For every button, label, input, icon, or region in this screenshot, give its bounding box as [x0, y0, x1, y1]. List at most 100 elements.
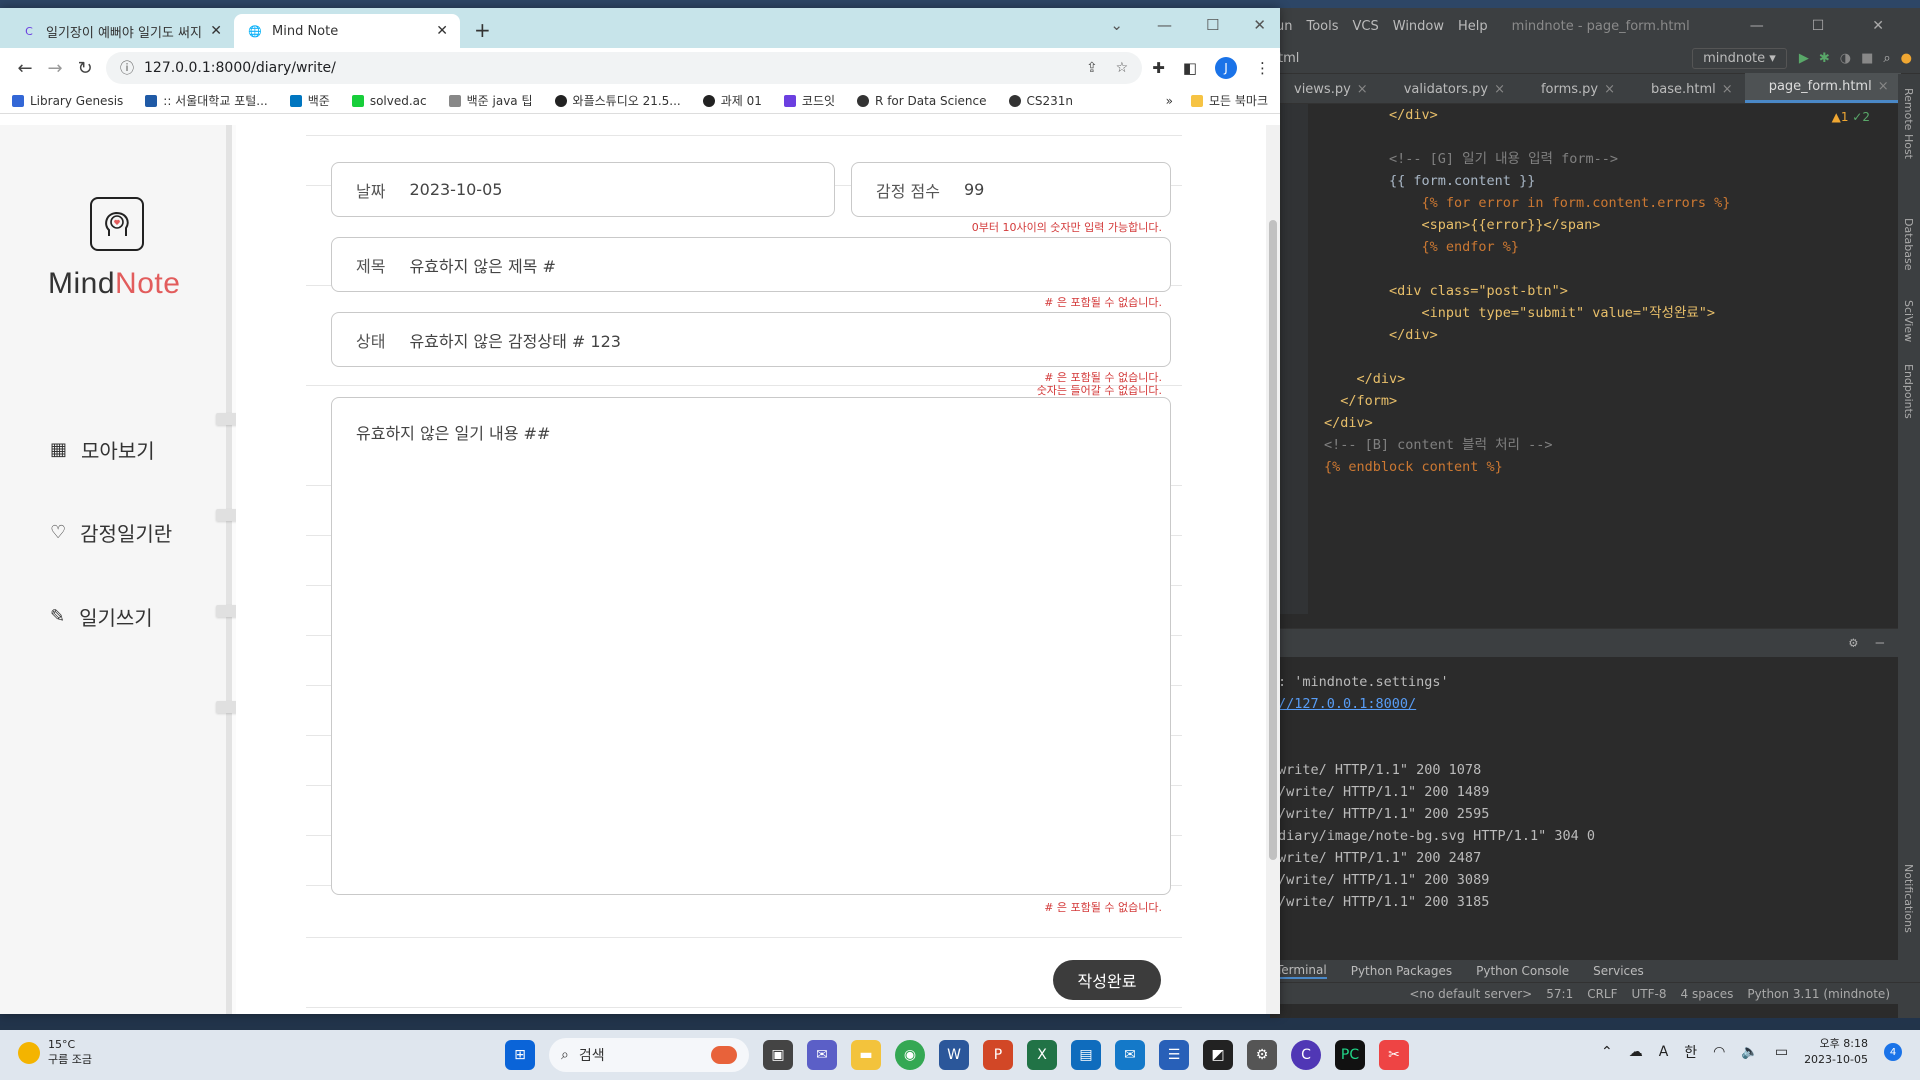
nav-item-write-diary[interactable]: ✎ 일기쓰기: [50, 602, 153, 631]
close-icon[interactable]: ×: [1878, 79, 1889, 94]
ide-close-icon[interactable]: ✕: [1872, 18, 1884, 34]
word-icon[interactable]: W: [939, 1040, 969, 1070]
profile-avatar[interactable]: J: [1215, 57, 1237, 79]
tool-sciview[interactable]: SciView: [1902, 300, 1915, 342]
bookmark-item[interactable]: Library Genesis: [12, 94, 123, 108]
teams-chat-icon[interactable]: ✉: [807, 1040, 837, 1070]
reload-icon[interactable]: ↻: [70, 58, 100, 79]
ide-menu-window[interactable]: Window: [1393, 19, 1444, 34]
codeit-app-icon[interactable]: C: [1291, 1040, 1321, 1070]
status-cursor-position[interactable]: 57:1: [1546, 987, 1573, 1001]
tool-database[interactable]: Database: [1902, 218, 1915, 271]
update-icon[interactable]: ●: [1901, 51, 1912, 67]
close-icon[interactable]: ×: [1357, 82, 1368, 97]
share-icon[interactable]: ⇪: [1086, 60, 1098, 76]
debug-icon[interactable]: ✱: [1819, 51, 1830, 67]
taskbar-clock[interactable]: 오후 8:18 2023-10-05: [1804, 1036, 1868, 1068]
status-encoding[interactable]: UTF-8: [1632, 987, 1667, 1001]
onedrive-cloud-icon[interactable]: ☁: [1629, 1044, 1643, 1060]
bookmark-item[interactable]: 코드잇: [783, 92, 835, 109]
stop-icon[interactable]: ■: [1861, 51, 1873, 67]
run-icon[interactable]: ▶: [1799, 51, 1809, 67]
date-field[interactable]: 날짜 2023-10-05: [331, 162, 835, 217]
ime-language-a[interactable]: A: [1659, 1044, 1669, 1060]
submit-button[interactable]: 작성완료: [1053, 960, 1161, 1000]
status-line-separator[interactable]: CRLF: [1587, 987, 1617, 1001]
back-arrow-icon[interactable]: ←: [10, 58, 40, 79]
notification-badge[interactable]: 4: [1884, 1043, 1902, 1061]
emotion-status-field[interactable]: 상태 유효하지 않은 감정상태 # 123: [331, 312, 1171, 367]
ime-language-hangul[interactable]: 한: [1684, 1042, 1697, 1062]
browser-minimize-icon[interactable]: —: [1157, 16, 1172, 34]
side-panel-icon[interactable]: ◧: [1183, 59, 1197, 77]
bookmark-item[interactable]: solved.ac: [351, 94, 427, 108]
emotion-score-field[interactable]: 감정 점수 99: [851, 162, 1171, 217]
more-bookmarks-icon[interactable]: »: [1166, 94, 1173, 108]
tab-forms-py[interactable]: forms.py ×: [1517, 76, 1627, 103]
title-field[interactable]: 제목 유효하지 않은 제목 #: [331, 237, 1171, 292]
calculator-icon[interactable]: ▤: [1071, 1040, 1101, 1070]
tab-services[interactable]: Services: [1593, 964, 1644, 978]
app-logo-text[interactable]: MindNote: [48, 267, 180, 301]
close-tab-icon[interactable]: ✕: [210, 23, 222, 39]
status-interpreter[interactable]: Python 3.11 (mindnote): [1747, 987, 1890, 1001]
task-view-icon[interactable]: ▣: [763, 1040, 793, 1070]
ide-menu-tools[interactable]: Tools: [1306, 19, 1338, 34]
nav-item-emotion-diary[interactable]: ♡ 감정일기란: [50, 518, 172, 547]
file-explorer-icon[interactable]: ▬: [851, 1040, 881, 1070]
code-editor[interactable]: ▲1 ✓2 </div> <!-- [G] 일기 내용 입력 form--> {…: [1270, 104, 1890, 614]
browser-tab-diary-article[interactable]: C 일기장이 예뻐야 일기도 써지는 ✕: [8, 14, 234, 48]
chrome-icon[interactable]: ◉: [895, 1040, 925, 1070]
extensions-puzzle-icon[interactable]: ✚: [1152, 59, 1165, 77]
notepad-icon[interactable]: ☰: [1159, 1040, 1189, 1070]
diary-content-textarea[interactable]: 유효하지 않은 일기 내용 ##: [331, 397, 1171, 895]
ide-breadcrumb[interactable]: tml: [1278, 51, 1299, 66]
pycharm-icon[interactable]: PC: [1335, 1040, 1365, 1070]
nav-item-gallery[interactable]: ▦ 모아보기: [50, 435, 155, 464]
hide-panel-icon[interactable]: —: [1876, 635, 1884, 651]
tab-page-form-html[interactable]: page_form.html ×: [1744, 73, 1901, 103]
tab-terminal[interactable]: Terminal: [1276, 963, 1327, 979]
page-scrollbar[interactable]: [1266, 125, 1280, 1014]
tab-base-html[interactable]: base.html ×: [1627, 76, 1745, 103]
taskbar-search[interactable]: ⌕ 검색: [549, 1038, 749, 1072]
coverage-icon[interactable]: ◑: [1840, 51, 1851, 67]
tool-remote-host[interactable]: Remote Host: [1902, 88, 1915, 159]
run-config-select[interactable]: mindnote ▾: [1692, 48, 1787, 69]
tab-validators-py[interactable]: validators.py ×: [1380, 76, 1517, 103]
tool-notifications[interactable]: Notifications: [1902, 864, 1915, 933]
server-link[interactable]: //127.0.0.1:8000/: [1278, 696, 1416, 712]
close-tab-icon[interactable]: ✕: [436, 23, 448, 39]
close-icon[interactable]: ×: [1722, 82, 1733, 97]
browser-maximize-icon[interactable]: ☐: [1206, 16, 1219, 34]
tab-python-packages[interactable]: Python Packages: [1351, 964, 1452, 978]
new-tab-icon[interactable]: +: [474, 18, 491, 42]
close-icon[interactable]: ×: [1494, 82, 1505, 97]
bookmark-item[interactable]: 와플스튜디오 21.5...: [554, 92, 681, 109]
ide-maximize-icon[interactable]: ☐: [1812, 18, 1825, 34]
search-everywhere-icon[interactable]: ⌕: [1883, 51, 1890, 67]
scrollbar-thumb[interactable]: [1269, 220, 1277, 860]
bookmark-item[interactable]: CS231n: [1008, 94, 1073, 108]
weather-widget[interactable]: 15°C 구름 조금: [18, 1038, 92, 1067]
site-info-icon[interactable]: ⓘ: [120, 58, 134, 78]
forward-arrow-icon[interactable]: →: [40, 58, 70, 79]
close-icon[interactable]: ×: [1604, 82, 1615, 97]
address-bar[interactable]: ⓘ 127.0.0.1:8000/diary/write/ ⇪ ☆: [106, 52, 1143, 84]
bookmark-star-icon[interactable]: ☆: [1116, 60, 1129, 76]
ide-minimize-icon[interactable]: —: [1750, 18, 1764, 34]
bookmark-item[interactable]: 백준 java 팁: [448, 92, 533, 109]
mail-icon[interactable]: ✉: [1115, 1040, 1145, 1070]
browser-menu-icon[interactable]: ⋮: [1255, 59, 1270, 77]
snipping-tool-icon[interactable]: ✂: [1379, 1040, 1409, 1070]
bookmark-item[interactable]: 백준: [289, 92, 330, 109]
all-bookmarks-folder[interactable]: 모든 북마크: [1190, 92, 1268, 109]
powerpoint-icon[interactable]: P: [983, 1040, 1013, 1070]
excel-icon[interactable]: X: [1027, 1040, 1057, 1070]
tool-endpoints[interactable]: Endpoints: [1902, 364, 1915, 419]
bookmark-item[interactable]: :: 서울대학교 포털...: [145, 92, 268, 109]
show-hidden-icons-chevron-icon[interactable]: ⌃: [1601, 1044, 1613, 1060]
start-windows-icon[interactable]: ⊞: [505, 1040, 535, 1070]
status-indent[interactable]: 4 spaces: [1681, 987, 1734, 1001]
battery-icon[interactable]: ▭: [1775, 1044, 1788, 1060]
